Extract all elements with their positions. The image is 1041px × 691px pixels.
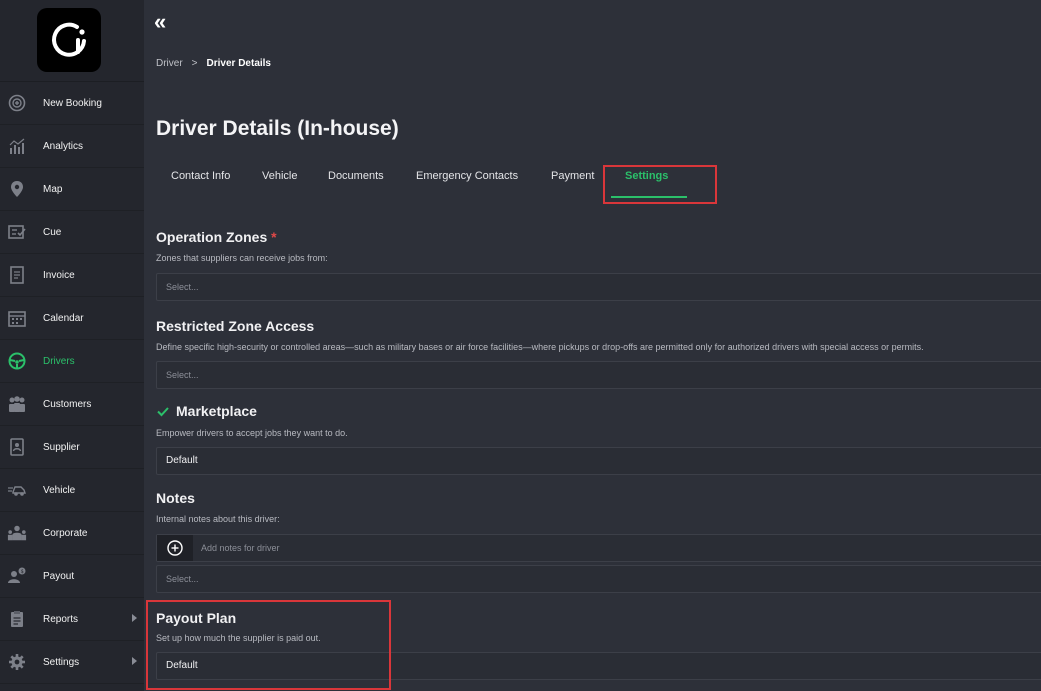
breadcrumb-separator: >: [191, 58, 198, 69]
vehicle-icon: [7, 480, 27, 500]
breadcrumb-link-driver[interactable]: Driver: [156, 58, 183, 69]
sidebar-item-new-booking[interactable]: New Booking: [0, 82, 144, 125]
logo-area: [0, 0, 144, 82]
sidebar-item-corporate[interactable]: Corporate: [0, 512, 144, 555]
sidebar-item-settings[interactable]: Settings: [0, 641, 144, 684]
restricted-zone-description: Define specific high-security or control…: [156, 342, 924, 352]
sidebar-item-cue[interactable]: Cue: [0, 211, 144, 254]
sidebar-item-label: Drivers: [43, 355, 75, 367]
gear-icon: [7, 652, 27, 672]
sidebar-item-analytics[interactable]: Analytics: [0, 125, 144, 168]
corporate-icon: [7, 523, 27, 543]
add-note-button[interactable]: [157, 535, 193, 561]
sidebar-item-label: Calendar: [43, 312, 84, 324]
steering-wheel-icon: [7, 351, 27, 371]
notes-select[interactable]: Select...: [156, 565, 1041, 593]
sidebar-item-invoice[interactable]: Invoice: [0, 254, 144, 297]
customers-icon: [7, 394, 27, 414]
payout-icon: $: [7, 566, 27, 586]
page-title: Driver Details (In-house): [156, 117, 399, 140]
operation-zones-label: Operation Zones: [156, 229, 268, 245]
sidebar-item-label: Customers: [43, 398, 92, 410]
sidebar-item-map[interactable]: Map: [0, 168, 144, 211]
restricted-zone-title: Restricted Zone Access: [156, 318, 315, 334]
chevron-right-icon: [132, 614, 137, 622]
restricted-zone-select[interactable]: Select...: [156, 361, 1041, 389]
sidebar-item-label: Vehicle: [43, 484, 76, 496]
sidebar-item-customers[interactable]: Customers: [0, 383, 144, 426]
sidebar-item-vehicle[interactable]: Vehicle: [0, 469, 144, 512]
marketplace-description: Empower drivers to accept jobs they want…: [156, 428, 348, 438]
breadcrumb: Driver > Driver Details: [156, 58, 271, 69]
tab-vehicle[interactable]: Vehicle: [262, 170, 297, 182]
sidebar-item-label: Reports: [43, 613, 79, 625]
notes-description: Internal notes about this driver:: [156, 514, 280, 524]
marketplace-title: Marketplace: [176, 403, 257, 419]
plus-circle-icon: [167, 540, 183, 556]
supplier-icon: [7, 437, 27, 457]
sidebar-item-reports[interactable]: Reports: [0, 598, 144, 641]
chevron-right-icon: [132, 657, 137, 665]
sidebar-item-calendar[interactable]: Calendar: [0, 297, 144, 340]
check-icon: [157, 407, 169, 417]
settings-tab-highlight: [603, 165, 717, 204]
sidebar-item-drivers[interactable]: Drivers: [0, 340, 144, 383]
tab-emergency-contacts[interactable]: Emergency Contacts: [416, 170, 518, 182]
collapse-sidebar-icon[interactable]: «: [154, 11, 172, 33]
sidebar-item-payout[interactable]: $ Payout: [0, 555, 144, 598]
bar-chart-icon: [7, 136, 27, 156]
notes-placeholder: Add notes for driver: [201, 543, 280, 553]
sidebar-item-label: Invoice: [43, 269, 75, 281]
sidebar-item-label: Cue: [43, 226, 62, 238]
logo-mark-icon: [52, 22, 86, 57]
tab-payment[interactable]: Payment: [551, 170, 594, 182]
sidebar-item-label: New Booking: [43, 97, 102, 109]
operation-zones-select[interactable]: Select...: [156, 273, 1041, 301]
sidebar: New Booking Analytics Map Cue Invoice Ca…: [0, 0, 144, 691]
operation-zones-description: Zones that suppliers can receive jobs fr…: [156, 253, 328, 263]
sidebar-item-label: Analytics: [43, 140, 84, 152]
clipboard-icon: [7, 609, 27, 629]
app-logo[interactable]: [37, 8, 101, 72]
tab-contact-info[interactable]: Contact Info: [171, 170, 230, 182]
calendar-icon: [7, 308, 27, 328]
plus-circle-icon: [7, 93, 27, 113]
required-mark: *: [271, 229, 277, 245]
checklist-icon: [7, 222, 27, 242]
sidebar-item-label: Corporate: [43, 527, 88, 539]
sidebar-item-label: Supplier: [43, 441, 80, 453]
notes-title: Notes: [156, 490, 195, 506]
sidebar-item-label: Map: [43, 183, 63, 195]
marketplace-select[interactable]: Default: [156, 447, 1041, 475]
payout-plan-highlight: [146, 600, 391, 690]
sidebar-item-label: Payout: [43, 570, 75, 582]
sidebar-item-label: Settings: [43, 656, 80, 668]
svg-text:$: $: [21, 569, 24, 575]
breadcrumb-current: Driver Details: [206, 58, 271, 69]
tab-documents[interactable]: Documents: [328, 170, 384, 182]
operation-zones-title: Operation Zones *: [156, 229, 277, 245]
invoice-icon: [7, 265, 27, 285]
map-pin-icon: [7, 179, 27, 199]
notes-input[interactable]: Add notes for driver: [156, 534, 1041, 562]
sidebar-item-supplier[interactable]: Supplier: [0, 426, 144, 469]
